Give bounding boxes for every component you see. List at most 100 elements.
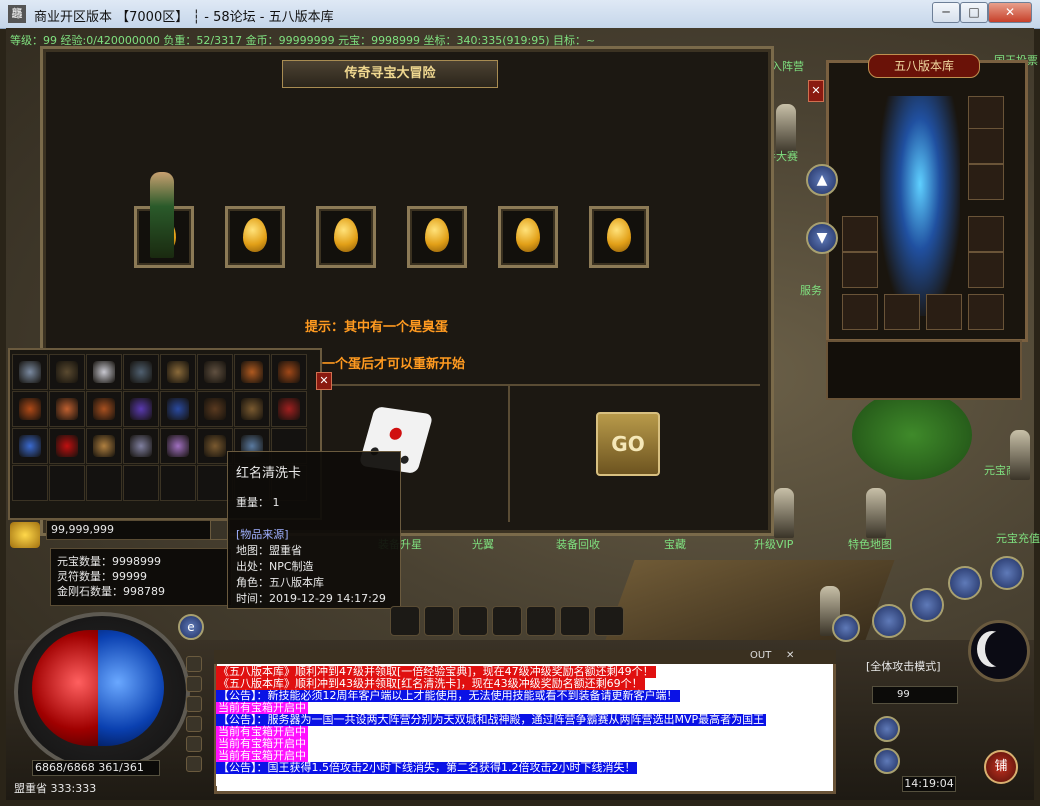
inventory-slot[interactable] xyxy=(12,465,48,501)
yuanbao-count: 元宝数量：9998999 xyxy=(57,555,161,568)
inventory-slot[interactable] xyxy=(49,465,85,501)
inventory-slot[interactable] xyxy=(86,354,122,390)
maximize-button[interactable]: □ xyxy=(960,2,988,23)
egg-slot[interactable] xyxy=(407,206,467,268)
store-button[interactable]: 铺 xyxy=(984,750,1018,784)
e-button-icon[interactable]: e xyxy=(178,614,204,640)
npc-figure[interactable] xyxy=(1010,430,1030,480)
gold-amount: 99,999,999 xyxy=(46,520,212,540)
equipment-slot[interactable] xyxy=(968,252,1004,288)
equipment-close-button[interactable]: ✕ xyxy=(808,80,824,102)
arrow-down-icon[interactable]: ▼ xyxy=(806,222,838,254)
inventory-slot[interactable] xyxy=(49,354,85,390)
attack-mode-label[interactable]: [全体攻击模式] xyxy=(866,658,941,674)
npc-label[interactable]: 装备回收 xyxy=(556,536,600,552)
equipment-slot[interactable] xyxy=(968,294,1004,330)
equipment-slot[interactable] xyxy=(884,294,920,330)
npc-label[interactable]: 宝藏 xyxy=(664,536,686,552)
equipment-slot[interactable] xyxy=(842,294,878,330)
inventory-slot[interactable] xyxy=(49,428,85,464)
belt-slot[interactable] xyxy=(390,606,420,636)
item-icon xyxy=(56,435,78,457)
close-window-button[interactable]: ✕ xyxy=(988,2,1032,23)
npc-label[interactable]: 元宝充值 xyxy=(996,530,1040,546)
inventory-slot[interactable] xyxy=(123,428,159,464)
arrow-up-icon[interactable]: ▲ xyxy=(806,164,838,196)
belt-slot[interactable] xyxy=(424,606,454,636)
hp-mp-text: 6868/6868 361/361 xyxy=(32,760,160,776)
equipment-slot[interactable] xyxy=(968,164,1004,200)
belt-slot[interactable] xyxy=(458,606,488,636)
side-button[interactable] xyxy=(186,696,202,712)
belt-slot[interactable] xyxy=(594,606,624,636)
inventory-slot[interactable] xyxy=(12,428,48,464)
hud-round-button[interactable] xyxy=(874,748,900,774)
item-icon xyxy=(93,435,115,457)
inventory-slot[interactable] xyxy=(234,354,270,390)
egg-slot[interactable] xyxy=(225,206,285,268)
inventory-slot[interactable] xyxy=(234,391,270,427)
inventory-slot[interactable] xyxy=(160,354,196,390)
tooltip-item-name: 红名清洗卡 xyxy=(236,466,302,481)
inventory-slot[interactable] xyxy=(197,354,233,390)
side-button[interactable] xyxy=(186,676,202,692)
inventory-slot[interactable] xyxy=(160,391,196,427)
side-button[interactable] xyxy=(186,736,202,752)
equipment-slot[interactable] xyxy=(926,294,962,330)
npc-label[interactable]: 光翼 xyxy=(472,536,494,552)
gold-coins-icon xyxy=(10,522,40,548)
belt-slot[interactable] xyxy=(492,606,522,636)
shop-icon[interactable] xyxy=(832,614,860,642)
window-title: 商业开区版本 【7000区】 ┆ - 58论坛 - 五八版本库 xyxy=(34,10,334,25)
moon-icon xyxy=(968,620,1030,682)
menu-round-button[interactable] xyxy=(872,604,906,638)
npc-label[interactable]: 特色地图 xyxy=(848,536,892,552)
inventory-slot[interactable] xyxy=(86,391,122,427)
egg-slot[interactable] xyxy=(316,206,376,268)
hud-round-button[interactable] xyxy=(874,716,900,742)
equipment-slot[interactable] xyxy=(968,216,1004,252)
inventory-slot[interactable] xyxy=(197,391,233,427)
menu-round-button[interactable] xyxy=(948,566,982,600)
npc-figure[interactable] xyxy=(774,488,794,538)
menu-round-button[interactable] xyxy=(910,588,944,622)
equipment-slot[interactable] xyxy=(842,252,878,288)
side-button[interactable] xyxy=(186,656,202,672)
egg-slot[interactable] xyxy=(589,206,649,268)
egg-slot[interactable] xyxy=(498,206,558,268)
inventory-slot[interactable] xyxy=(12,354,48,390)
belt-slot[interactable] xyxy=(560,606,590,636)
minimize-button[interactable]: ─ xyxy=(932,2,960,23)
inventory-slot[interactable] xyxy=(160,428,196,464)
inventory-slot[interactable] xyxy=(86,465,122,501)
inventory-close-button[interactable]: ✕ xyxy=(316,372,332,390)
inventory-slot[interactable] xyxy=(123,391,159,427)
inventory-slot[interactable] xyxy=(271,391,307,427)
equipment-slot[interactable] xyxy=(968,96,1004,132)
chat-out-button[interactable]: OUT xyxy=(750,650,771,661)
inventory-slot[interactable] xyxy=(123,465,159,501)
chat-input[interactable] xyxy=(216,774,828,786)
inventory-slot[interactable] xyxy=(49,391,85,427)
inventory-slot[interactable] xyxy=(123,354,159,390)
npc-figure[interactable] xyxy=(776,104,796,154)
npc-label[interactable]: 升级VIP xyxy=(754,536,793,552)
inventory-slot[interactable] xyxy=(86,428,122,464)
item-icon xyxy=(167,398,189,420)
chat-close-button[interactable]: ✕ xyxy=(786,650,794,661)
npc-figure[interactable] xyxy=(866,488,886,538)
side-button[interactable] xyxy=(186,756,202,772)
equipment-slot[interactable] xyxy=(842,216,878,252)
player-character xyxy=(150,172,174,258)
sound-icon[interactable] xyxy=(990,556,1024,590)
npc-label[interactable]: 服务 xyxy=(800,282,822,298)
inventory-slot[interactable] xyxy=(12,391,48,427)
go-button[interactable]: GO xyxy=(596,412,660,476)
equipment-slot[interactable] xyxy=(968,128,1004,164)
inventory-slot[interactable] xyxy=(271,354,307,390)
inventory-slot[interactable] xyxy=(160,465,196,501)
hint-text-2: 完一个蛋后才可以重新开始 xyxy=(309,357,466,372)
item-icon xyxy=(204,361,226,383)
belt-slot[interactable] xyxy=(526,606,556,636)
side-button[interactable] xyxy=(186,716,202,732)
